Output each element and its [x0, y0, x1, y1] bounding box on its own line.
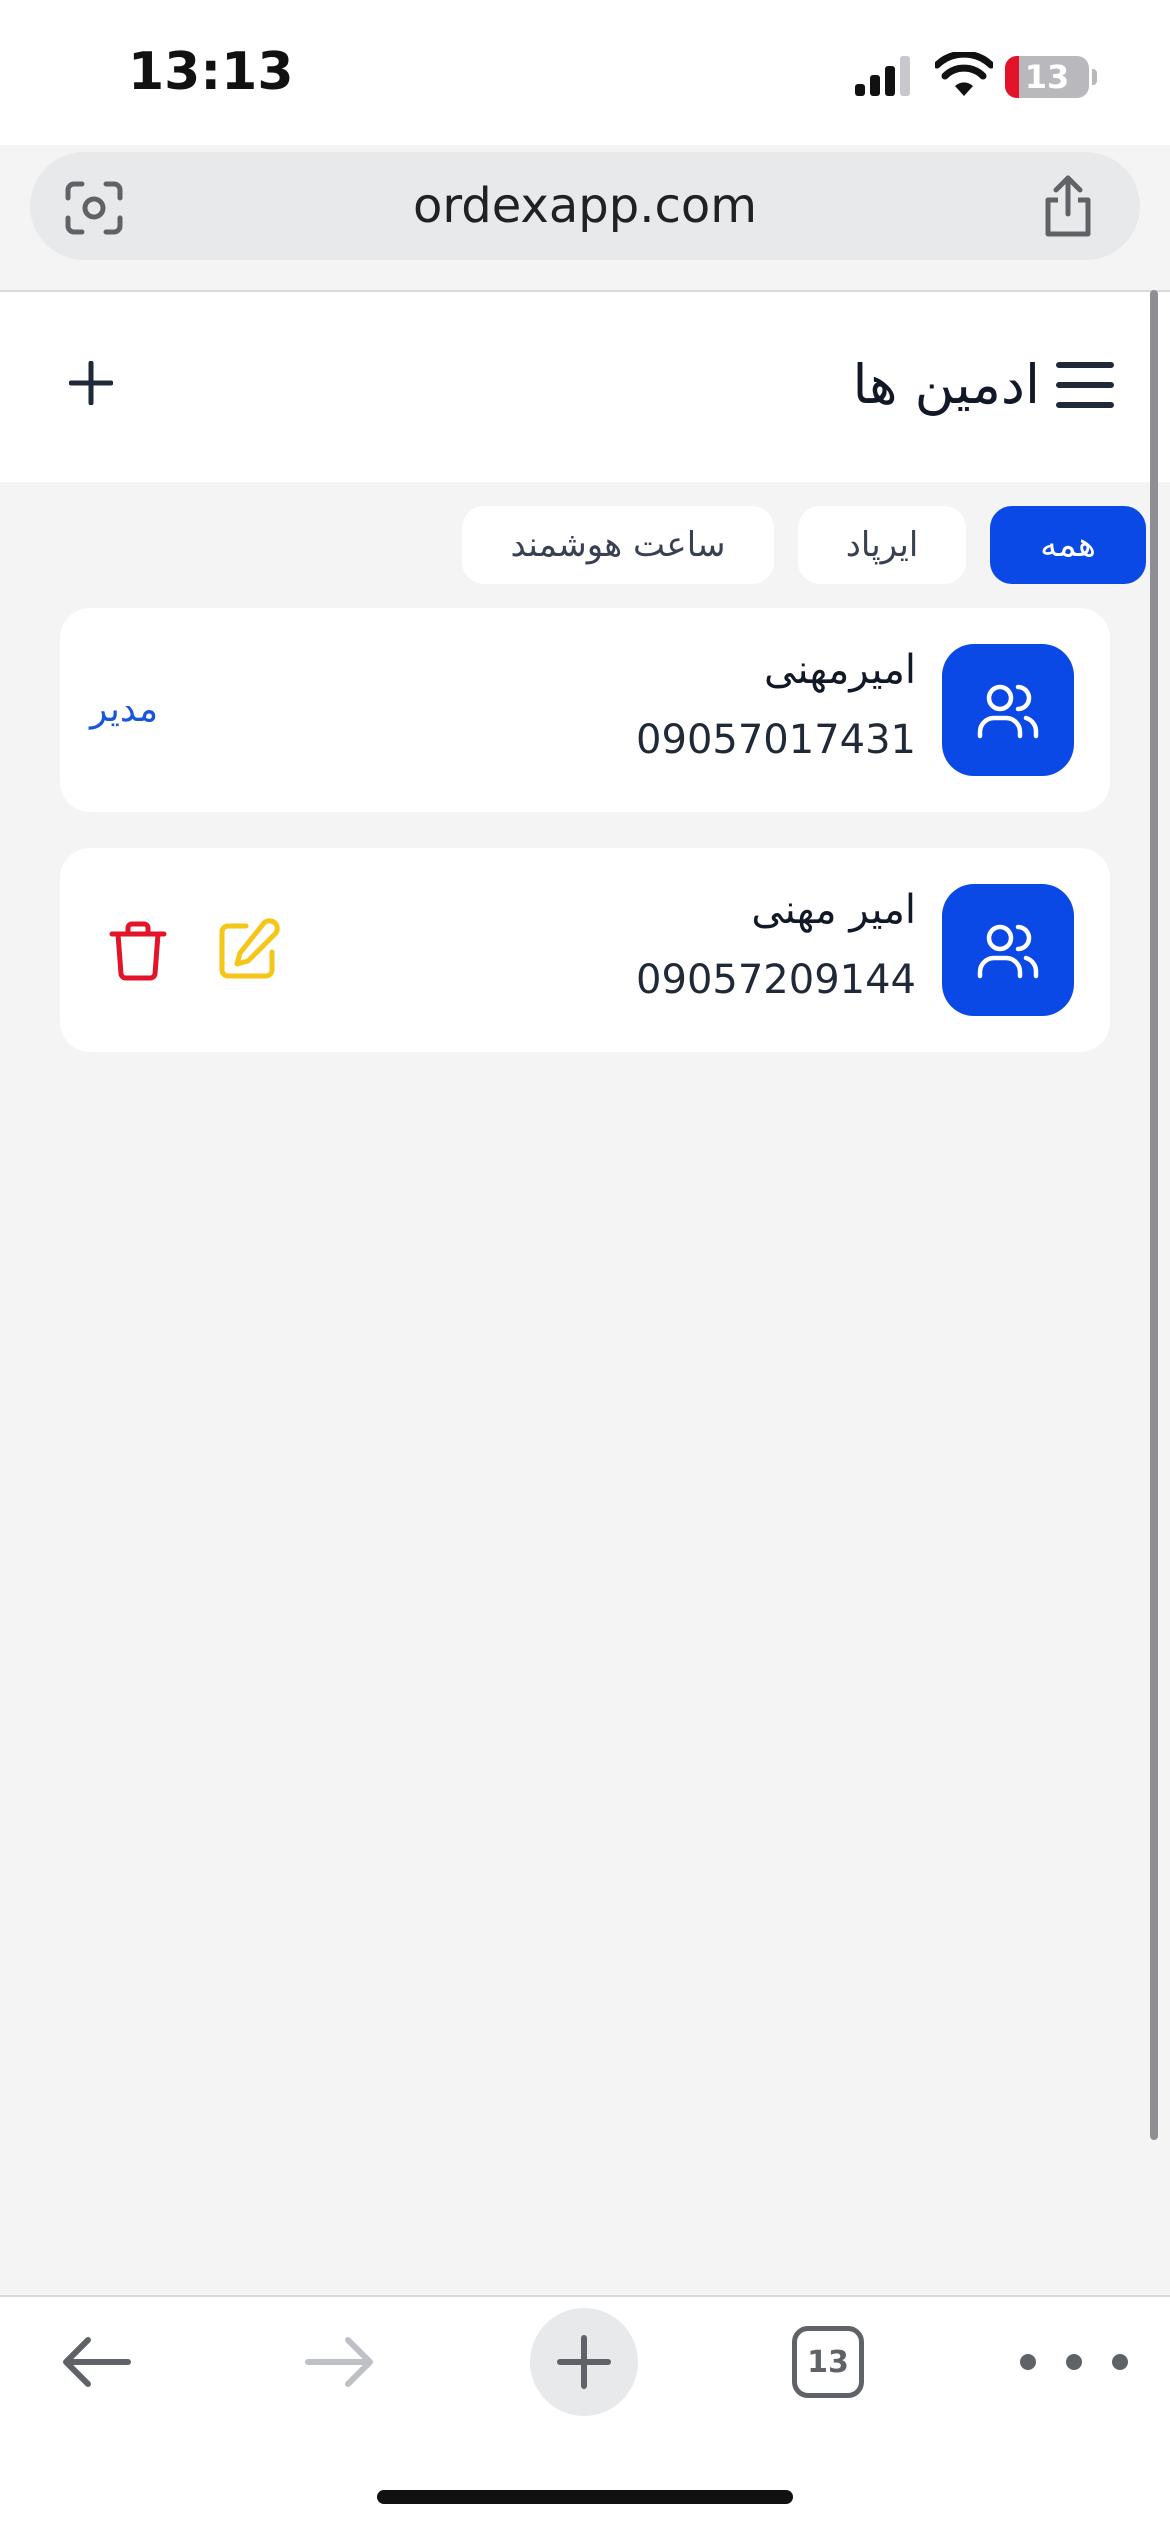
back-arrow-icon[interactable] — [58, 2330, 134, 2394]
admin-phone: 09057017431 — [636, 717, 916, 763]
status-time: 13:13 — [128, 42, 294, 102]
battery-cap — [1092, 69, 1097, 85]
scrollbar[interactable] — [1150, 290, 1158, 2140]
cellular-signal-icon — [855, 56, 910, 96]
trash-icon[interactable] — [108, 920, 168, 982]
admin-name: امیر مهنی — [751, 887, 916, 933]
avatar — [942, 884, 1074, 1016]
lens-icon[interactable] — [64, 180, 124, 236]
tab-airpod[interactable]: ایرپاد — [798, 506, 966, 584]
battery-level: 13 — [1024, 58, 1070, 96]
menu-icon[interactable] — [1055, 360, 1115, 410]
role-badge: مدیر — [90, 689, 159, 730]
add-admin-button[interactable] — [56, 348, 126, 418]
users-icon — [977, 684, 1039, 739]
url-text[interactable]: ordexapp.com — [30, 152, 1140, 260]
page-title: ادمین ها — [852, 353, 1040, 416]
share-icon[interactable] — [1040, 174, 1096, 238]
url-bar[interactable]: ordexapp.com — [30, 152, 1140, 260]
admin-name: امیرمهنی — [764, 647, 916, 693]
plus-icon — [557, 2335, 611, 2389]
edit-icon[interactable] — [216, 918, 280, 982]
forward-arrow-icon[interactable] — [302, 2330, 378, 2394]
new-tab-button[interactable] — [530, 2308, 638, 2416]
plus-icon — [69, 361, 113, 405]
battery-icon: 13 — [1005, 56, 1089, 98]
tab-smartwatch[interactable]: ساعت هوشمند — [462, 506, 774, 584]
more-icon[interactable] — [1014, 2344, 1134, 2380]
home-indicator — [377, 2490, 793, 2504]
tab-all[interactable]: همه — [990, 506, 1146, 584]
avatar — [942, 644, 1074, 776]
wifi-icon — [935, 52, 993, 96]
users-icon — [977, 924, 1039, 979]
admin-phone: 09057209144 — [636, 957, 916, 1003]
tabs-icon[interactable]: 13 — [792, 2326, 864, 2398]
